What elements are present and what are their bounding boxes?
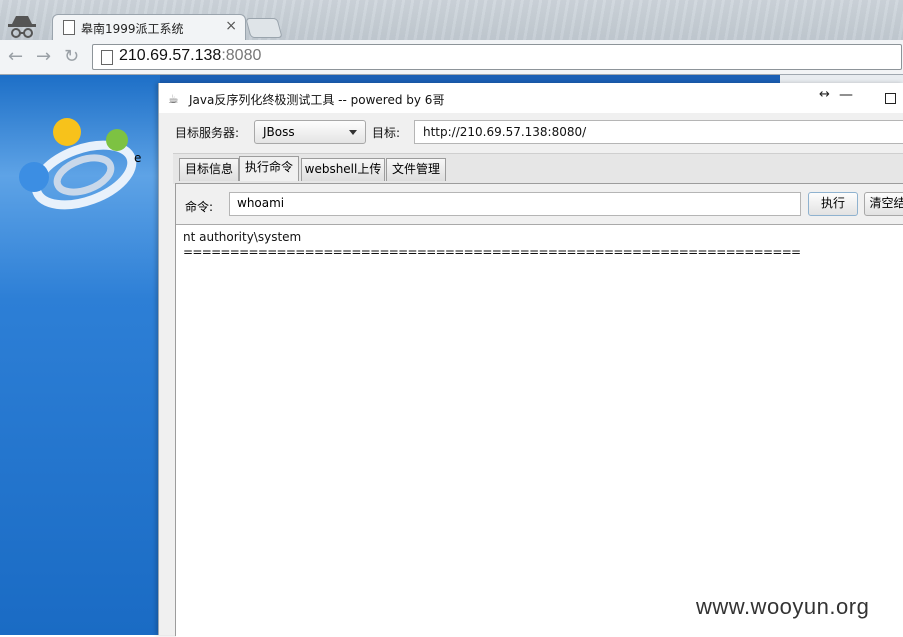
logo-graphic-icon — [19, 118, 137, 210]
incognito-icon — [8, 16, 36, 38]
target-label: 目标: — [372, 126, 401, 140]
server-select-value: JBoss — [263, 125, 295, 139]
url-text: 210.69.57.138:8080 — [119, 47, 262, 64]
output-line: nt authority\system — [183, 230, 302, 244]
tab-bar: 目标信息 执行命令 webshell上传 文件管理 — [173, 153, 903, 184]
command-label: 命令: — [185, 200, 214, 214]
browser-toolbar: ← → ↻ 210.69.57.138:8080 — [0, 40, 903, 75]
page-info-icon[interactable] — [101, 50, 113, 65]
address-bar[interactable]: 210.69.57.138:8080 — [92, 44, 902, 70]
window-title: Java反序列化终极测试工具 -- powered by 6哥 — [189, 93, 445, 107]
maximize-button[interactable] — [885, 93, 896, 104]
execute-command-panel: 命令: 执行 清空结 nt authority\system =========… — [175, 183, 903, 637]
chevron-down-icon — [349, 130, 357, 135]
tab-target-info[interactable]: 目标信息 — [179, 158, 239, 181]
resize-icon[interactable]: ↔ — [819, 87, 830, 102]
page-icon — [63, 20, 75, 35]
close-tab-icon[interactable]: × — [225, 18, 237, 34]
new-tab-button[interactable] — [245, 18, 283, 38]
tab-file-manager[interactable]: 文件管理 — [386, 158, 446, 181]
minimize-button[interactable]: — — [839, 87, 853, 103]
reload-icon[interactable]: ↻ — [64, 46, 79, 67]
java-cup-icon: ☕ — [168, 92, 179, 106]
site-logo — [14, 115, 164, 215]
browser-chrome: 皋南1999派工系统 × ← → ↻ 210.69.57.138:8080 — [0, 0, 903, 75]
execute-button[interactable]: 执行 — [808, 192, 858, 216]
java-tool-window: ☕ Java反序列化终极测试工具 -- powered by 6哥 ↔ — 目标… — [158, 83, 903, 637]
target-url-input[interactable]: http://210.69.57.138:8080/ — [414, 120, 903, 144]
server-select[interactable]: JBoss — [254, 120, 366, 144]
tab-webshell-upload[interactable]: webshell上传 — [301, 158, 385, 181]
browser-tab[interactable]: 皋南1999派工系统 × — [52, 14, 246, 41]
output-line: ========================================… — [183, 245, 801, 259]
target-url-value: http://210.69.57.138:8080/ — [423, 125, 587, 139]
clear-results-button[interactable]: 清空结 — [864, 192, 903, 216]
command-field[interactable] — [229, 192, 801, 216]
watermark: www.wooyun.org — [696, 594, 870, 619]
command-output[interactable]: nt authority\system ====================… — [176, 224, 903, 637]
server-label: 目标服务器: — [175, 126, 240, 140]
forward-icon[interactable]: → — [36, 46, 51, 67]
tab-execute-command[interactable]: 执行命令 — [239, 156, 299, 181]
back-icon[interactable]: ← — [8, 46, 23, 67]
window-titlebar: ☕ Java反序列化终极测试工具 -- powered by 6哥 ↔ — — [159, 83, 903, 113]
target-row: 目标服务器: JBoss 目标: http://210.69.57.138:80… — [159, 119, 903, 145]
tab-title: 皋南1999派工系统 — [81, 22, 184, 36]
command-input[interactable] — [230, 193, 797, 213]
logo-letter: e — [134, 151, 142, 165]
